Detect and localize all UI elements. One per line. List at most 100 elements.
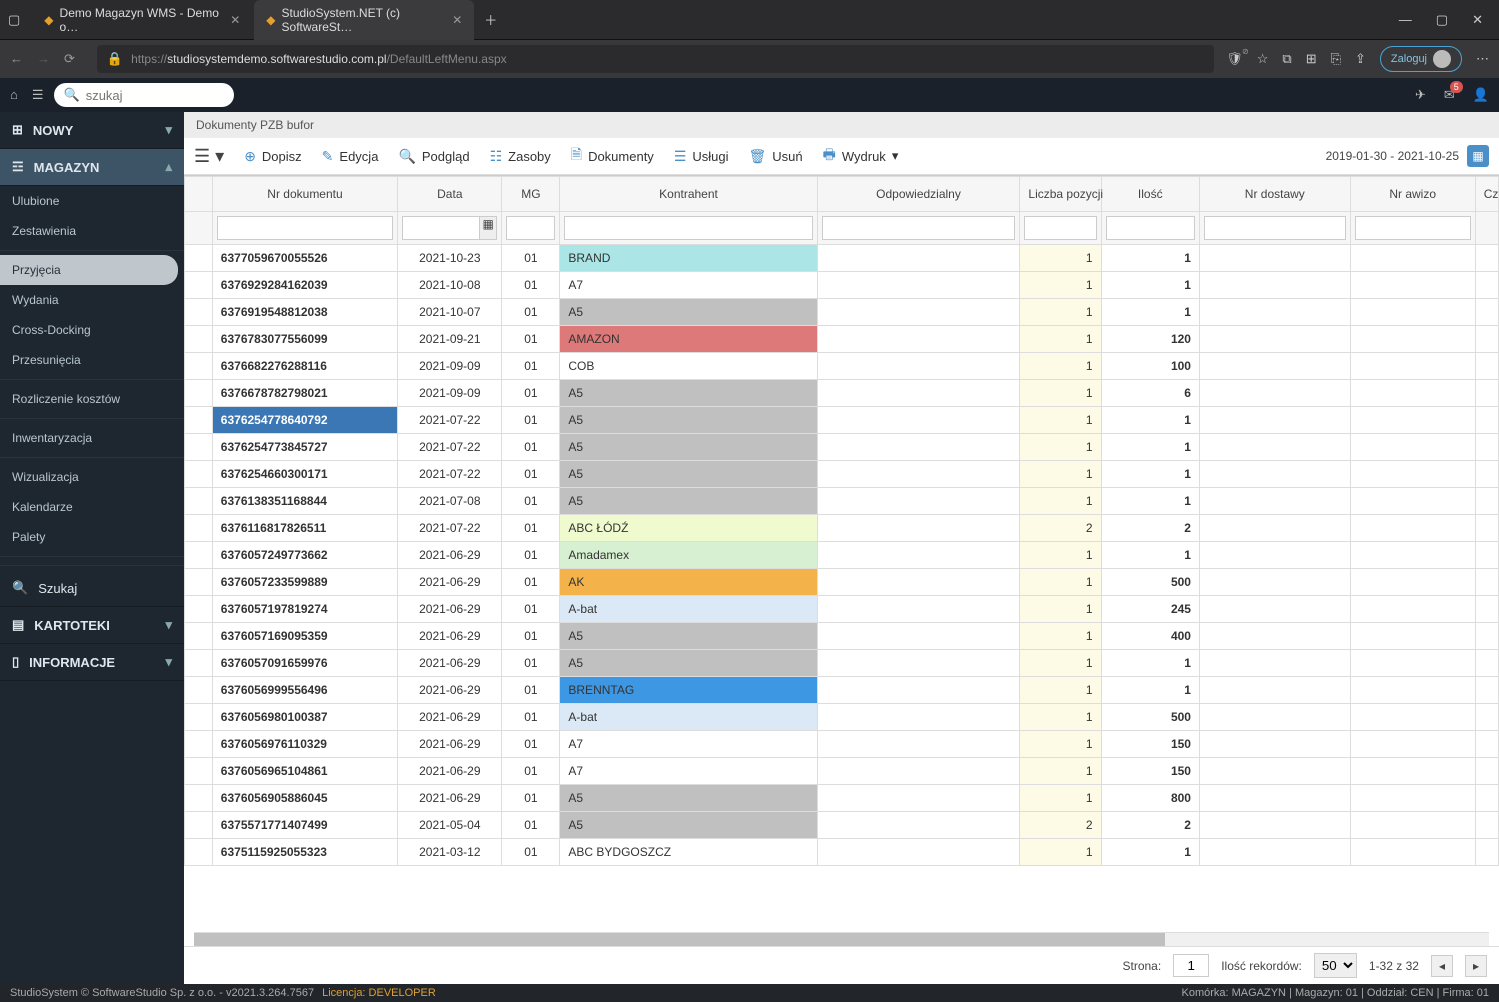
tabs-icon[interactable]: ▢ — [8, 12, 20, 28]
table-row[interactable]: 63760569801003872021-06-2901A-bat1500 — [185, 704, 1499, 731]
table-row[interactable]: 63760569651048612021-06-2901A71150 — [185, 758, 1499, 785]
filter-awizo[interactable] — [1355, 216, 1471, 240]
share-icon[interactable]: ⇪ — [1355, 51, 1366, 67]
table-row[interactable]: 63762547738457272021-07-2201A511 — [185, 434, 1499, 461]
date-picker-icon[interactable]: ▦ — [480, 216, 498, 240]
table-row[interactable]: 63761383511688442021-07-0801A511 — [185, 488, 1499, 515]
search-input[interactable] — [86, 88, 224, 103]
filter-date[interactable] — [402, 216, 480, 240]
close-icon[interactable]: ✕ — [452, 13, 462, 27]
address-bar[interactable]: 🔒 https://studiosystemdemo.softwarestudi… — [97, 45, 1214, 73]
table-row[interactable]: 63762546603001712021-07-2201A511 — [185, 461, 1499, 488]
window-minimize-icon[interactable]: ― — [1399, 12, 1412, 28]
usun-button[interactable]: 🗑Usuń — [749, 148, 803, 165]
plane-icon[interactable]: ✈ — [1415, 87, 1426, 103]
sidebar-item[interactable]: Wydania — [0, 285, 184, 315]
table-row[interactable]: 63760570916599762021-06-2901A511 — [185, 650, 1499, 677]
table-row[interactable]: 63760571690953592021-06-2901A51400 — [185, 623, 1499, 650]
sidebar-item[interactable]: Wizualizacja — [0, 462, 184, 492]
favorite-icon[interactable]: ☆ — [1257, 51, 1269, 67]
table-row[interactable]: 63755717714074992021-05-0401A522 — [185, 812, 1499, 839]
new-tab-button[interactable]: ＋ — [484, 10, 497, 29]
login-button[interactable]: Zaloguj — [1380, 46, 1462, 72]
sidebar-informacje[interactable]: ▯ INFORMACJE ▾ — [0, 644, 184, 681]
page-input[interactable] — [1173, 954, 1209, 977]
sidebar-item[interactable]: Ulubione — [0, 186, 184, 216]
table-row[interactable]: 63762547786407922021-07-2201A511 — [185, 407, 1499, 434]
uslugi-button[interactable]: ☰Usługi — [674, 148, 729, 165]
edycja-button[interactable]: ✎Edycja — [322, 148, 379, 165]
table-row[interactable]: 63760572497736622021-06-2901Amadamex11 — [185, 542, 1499, 569]
col-nr-awizo[interactable]: Nr awizo — [1350, 177, 1475, 212]
filter-ilosc[interactable] — [1106, 216, 1195, 240]
col-ilosc[interactable]: Ilość — [1101, 177, 1199, 212]
col-kontrahent[interactable]: Kontrahent — [560, 177, 817, 212]
refresh-icon[interactable]: ⟳ — [64, 51, 75, 67]
wydruk-button[interactable]: 🖶Wydruk ▾ — [823, 144, 899, 168]
table-row[interactable]: 63766822762881162021-09-0901COB1100 — [185, 353, 1499, 380]
filter-mg[interactable] — [506, 216, 555, 240]
close-icon[interactable]: ✕ — [230, 13, 240, 27]
table-row[interactable]: 63760569995564962021-06-2901BRENNTAG11 — [185, 677, 1499, 704]
collections-icon[interactable]: ⊞ — [1306, 51, 1317, 67]
home-icon[interactable]: ⌂ — [10, 87, 18, 103]
search-box[interactable]: 🔍 — [54, 83, 234, 107]
filter-doc[interactable] — [217, 216, 393, 240]
table-row[interactable]: 63766787827980212021-09-0901A516 — [185, 380, 1499, 407]
col-cz[interactable]: Cz — [1475, 177, 1498, 212]
menu-icon[interactable]: ☰ ▾ — [194, 146, 224, 167]
window-close-icon[interactable]: ✕ — [1472, 12, 1483, 28]
mail-icon[interactable]: ✉5 — [1444, 87, 1455, 103]
sidebar-item[interactable]: Inwentaryzacja — [0, 423, 184, 453]
filter-lp[interactable] — [1024, 216, 1096, 240]
table-row[interactable]: 63769195488120382021-10-0701A511 — [185, 299, 1499, 326]
extension-icon[interactable]: ⎘ — [1331, 51, 1341, 67]
filter-dostawy[interactable] — [1204, 216, 1346, 240]
browser-tab-0[interactable]: ◆ Demo Magazyn WMS - Demo o… ✕ — [32, 0, 252, 40]
sidebar-item[interactable]: Kalendarze — [0, 492, 184, 522]
page-prev-button[interactable]: ◂ — [1431, 955, 1453, 977]
dokumenty-button[interactable]: 🗎Dokumenty — [571, 144, 654, 168]
table-row[interactable]: 63760569058860452021-06-2901A51800 — [185, 785, 1499, 812]
favorites-bar-icon[interactable]: ⧉ — [1282, 51, 1291, 67]
filter-odpowiedzialny[interactable] — [822, 216, 1016, 240]
window-maximize-icon[interactable]: ▢ — [1436, 12, 1448, 28]
sidebar-szukaj[interactable]: 🔍 Szukaj — [0, 570, 184, 607]
user-icon[interactable]: 👤 — [1473, 87, 1489, 103]
table-row[interactable]: 63751159250553232021-03-1201ABC BYDGOSZC… — [185, 839, 1499, 866]
col-liczba-pozycji[interactable]: Liczba pozycji — [1020, 177, 1101, 212]
page-next-button[interactable]: ▸ — [1465, 955, 1487, 977]
calendar-icon[interactable]: ▦ — [1467, 145, 1489, 167]
back-icon[interactable]: ← — [10, 51, 23, 67]
dopisz-button[interactable]: ⊕Dopisz — [244, 148, 301, 165]
col-mg[interactable]: MG — [502, 177, 560, 212]
table-row[interactable]: 63760572335998892021-06-2901AK1500 — [185, 569, 1499, 596]
table-row[interactable]: 63760569761103292021-06-2901A71150 — [185, 731, 1499, 758]
sidebar-item[interactable]: Rozliczenie kosztów — [0, 384, 184, 414]
table-row[interactable]: 63769292841620392021-10-0801A711 — [185, 272, 1499, 299]
more-icon[interactable]: ⋯ — [1476, 51, 1489, 67]
tracker-icon[interactable]: 🛡⊘ — [1226, 51, 1243, 67]
col-odpowiedzialny[interactable]: Odpowiedzialny — [817, 177, 1020, 212]
sidebar-item[interactable]: Cross-Docking — [0, 315, 184, 345]
podglad-button[interactable]: 🔍Podgląd — [398, 148, 469, 165]
zasoby-button[interactable]: ☷Zasoby — [490, 148, 551, 165]
records-select[interactable]: 50 — [1314, 953, 1357, 978]
collapse-icon[interactable]: ☰ — [32, 87, 44, 103]
table-row[interactable]: 63760571978192742021-06-2901A-bat1245 — [185, 596, 1499, 623]
col-nr-dokumentu[interactable]: Nr dokumentu — [212, 177, 397, 212]
sidebar-item[interactable]: Przesunięcia — [0, 345, 184, 375]
sidebar-magazyn[interactable]: ☲ MAGAZYN ▴ — [0, 149, 184, 186]
sidebar-item[interactable]: Zestawienia — [0, 216, 184, 246]
col-nr-dostawy[interactable]: Nr dostawy — [1199, 177, 1350, 212]
sidebar-item[interactable]: Palety — [0, 522, 184, 552]
sidebar-nowy[interactable]: ⊞ NOWY ▾ — [0, 112, 184, 149]
table-row[interactable]: 63761168178265112021-07-2201ABC ŁÓDŹ22 — [185, 515, 1499, 542]
sidebar-item[interactable]: Przyjęcia — [0, 255, 178, 285]
col-data[interactable]: Data — [398, 177, 502, 212]
horizontal-scrollbar[interactable] — [194, 932, 1489, 946]
table-row[interactable]: 63767830775560992021-09-2101AMAZON1120 — [185, 326, 1499, 353]
browser-tab-1[interactable]: ◆ StudioSystem.NET (c) SoftwareSt… ✕ — [254, 0, 474, 40]
table-row[interactable]: 63770596700555262021-10-2301BRAND11 — [185, 245, 1499, 272]
sidebar-kartoteki[interactable]: ▤ KARTOTEKI ▾ — [0, 607, 184, 644]
